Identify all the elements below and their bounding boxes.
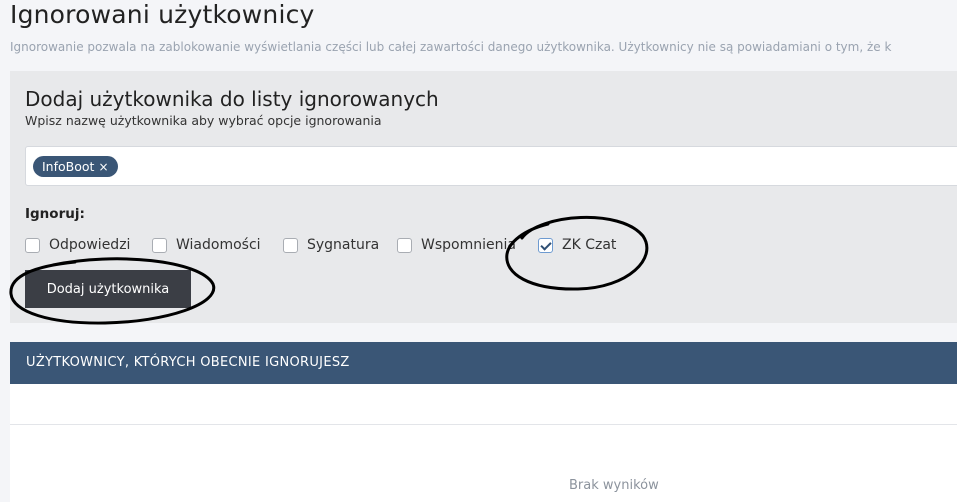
- checkbox-sygnatura[interactable]: [283, 237, 298, 253]
- user-tag-label: InfoBoot: [42, 159, 95, 174]
- page-description: Ignorowanie pozwala na zablokowanie wyśw…: [10, 40, 892, 54]
- option-label: Wiadomości: [176, 237, 261, 253]
- option-sygnatura[interactable]: Sygnatura: [283, 236, 379, 254]
- option-zk-czat[interactable]: ZK Czat: [538, 236, 616, 254]
- table-row: [10, 384, 957, 425]
- tag-remove-icon[interactable]: ×: [98, 160, 108, 174]
- checkbox-wspomnienia[interactable]: [397, 237, 412, 253]
- page-title: Ignorowani użytkownicy: [10, 0, 315, 29]
- no-results-text: Brak wyników: [569, 478, 659, 493]
- user-tag: InfoBoot ×: [33, 156, 118, 177]
- option-label: ZK Czat: [562, 237, 617, 253]
- option-wiadomosci[interactable]: Wiadomości: [152, 236, 261, 254]
- ignored-users-panel: UŻYTKOWNICY, KTÓRYCH OBECNIE IGNORUJESZ …: [10, 342, 957, 502]
- add-user-panel: Dodaj użytkownika do listy ignorowanych …: [10, 71, 957, 323]
- option-wspomnienia[interactable]: Wspomnienia: [397, 236, 516, 254]
- option-label: Sygnatura: [307, 237, 380, 253]
- username-input[interactable]: InfoBoot ×: [25, 146, 957, 186]
- checkbox-zk-czat[interactable]: [538, 237, 553, 253]
- option-odpowiedzi[interactable]: Odpowiedzi: [25, 236, 130, 254]
- ignore-label: Ignoruj:: [25, 206, 85, 222]
- checkbox-odpowiedzi[interactable]: [25, 237, 40, 253]
- checkbox-wiadomosci[interactable]: [152, 237, 167, 253]
- add-user-subtitle: Wpisz nazwę użytkownika aby wybrać opcje…: [25, 113, 382, 128]
- add-user-button[interactable]: Dodaj użytkownika: [25, 270, 191, 308]
- option-label: Wspomnienia: [421, 237, 516, 253]
- option-label: Odpowiedzi: [49, 237, 131, 253]
- add-user-title: Dodaj użytkownika do listy ignorowanych: [25, 87, 439, 111]
- ignored-users-header: UŻYTKOWNICY, KTÓRYCH OBECNIE IGNORUJESZ: [10, 342, 957, 384]
